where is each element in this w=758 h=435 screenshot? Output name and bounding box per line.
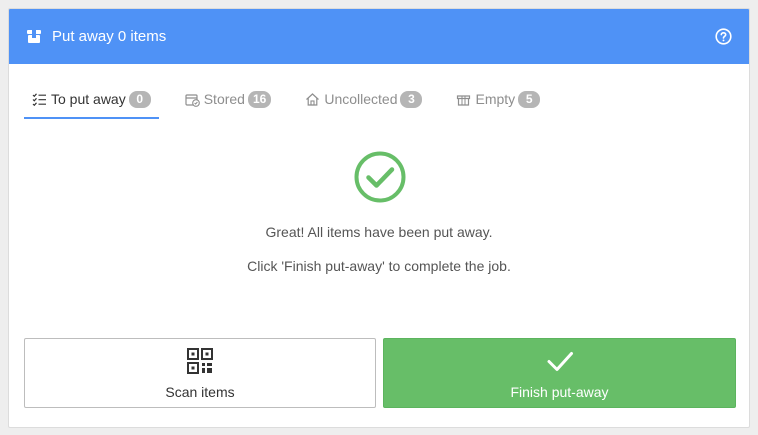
tab-count-badge: 0 (128, 90, 151, 108)
checklist-icon (32, 92, 46, 106)
tab-count-badge: 3 (400, 90, 423, 108)
success-message: Great! All items have been put away. (265, 224, 493, 240)
tab-to-put-away[interactable]: To put away 0 (24, 81, 159, 119)
tab-empty[interactable]: Empty 5 (448, 81, 548, 117)
box-icon (27, 30, 41, 43)
tab-count-badge: 16 (247, 90, 272, 108)
instruction-message: Click 'Finish put-away' to complete the … (247, 258, 511, 274)
finish-put-away-button[interactable]: Finish put-away (383, 338, 736, 408)
tab-count-badge: 5 (518, 90, 541, 108)
scan-items-label: Scan items (165, 384, 235, 400)
tab-stored[interactable]: Stored 16 (177, 81, 280, 117)
panel-header: Put away 0 items (9, 9, 749, 64)
stored-box-icon (185, 93, 200, 107)
home-icon (306, 92, 320, 106)
tab-label: Stored (203, 91, 245, 107)
empty-box-icon (457, 94, 471, 106)
help-circle-icon[interactable] (715, 28, 732, 45)
qr-code-icon (187, 348, 213, 374)
finish-put-away-label: Finish put-away (510, 384, 609, 400)
tab-uncollected[interactable]: Uncollected 3 (297, 81, 430, 117)
tab-label: To put away (51, 91, 126, 107)
checkmark-icon (547, 352, 573, 371)
tab-bar: To put away 0 Stored 16 Uncollected 3 Em… (24, 81, 566, 119)
scan-items-button[interactable]: Scan items (24, 338, 376, 408)
tab-label: Uncollected (324, 91, 398, 107)
page-title: Put away 0 items (52, 28, 167, 45)
check-circle-icon (354, 151, 406, 203)
put-away-panel: Put away 0 items To put away 0 Stored 16… (8, 8, 750, 428)
tab-label: Empty (475, 91, 516, 107)
